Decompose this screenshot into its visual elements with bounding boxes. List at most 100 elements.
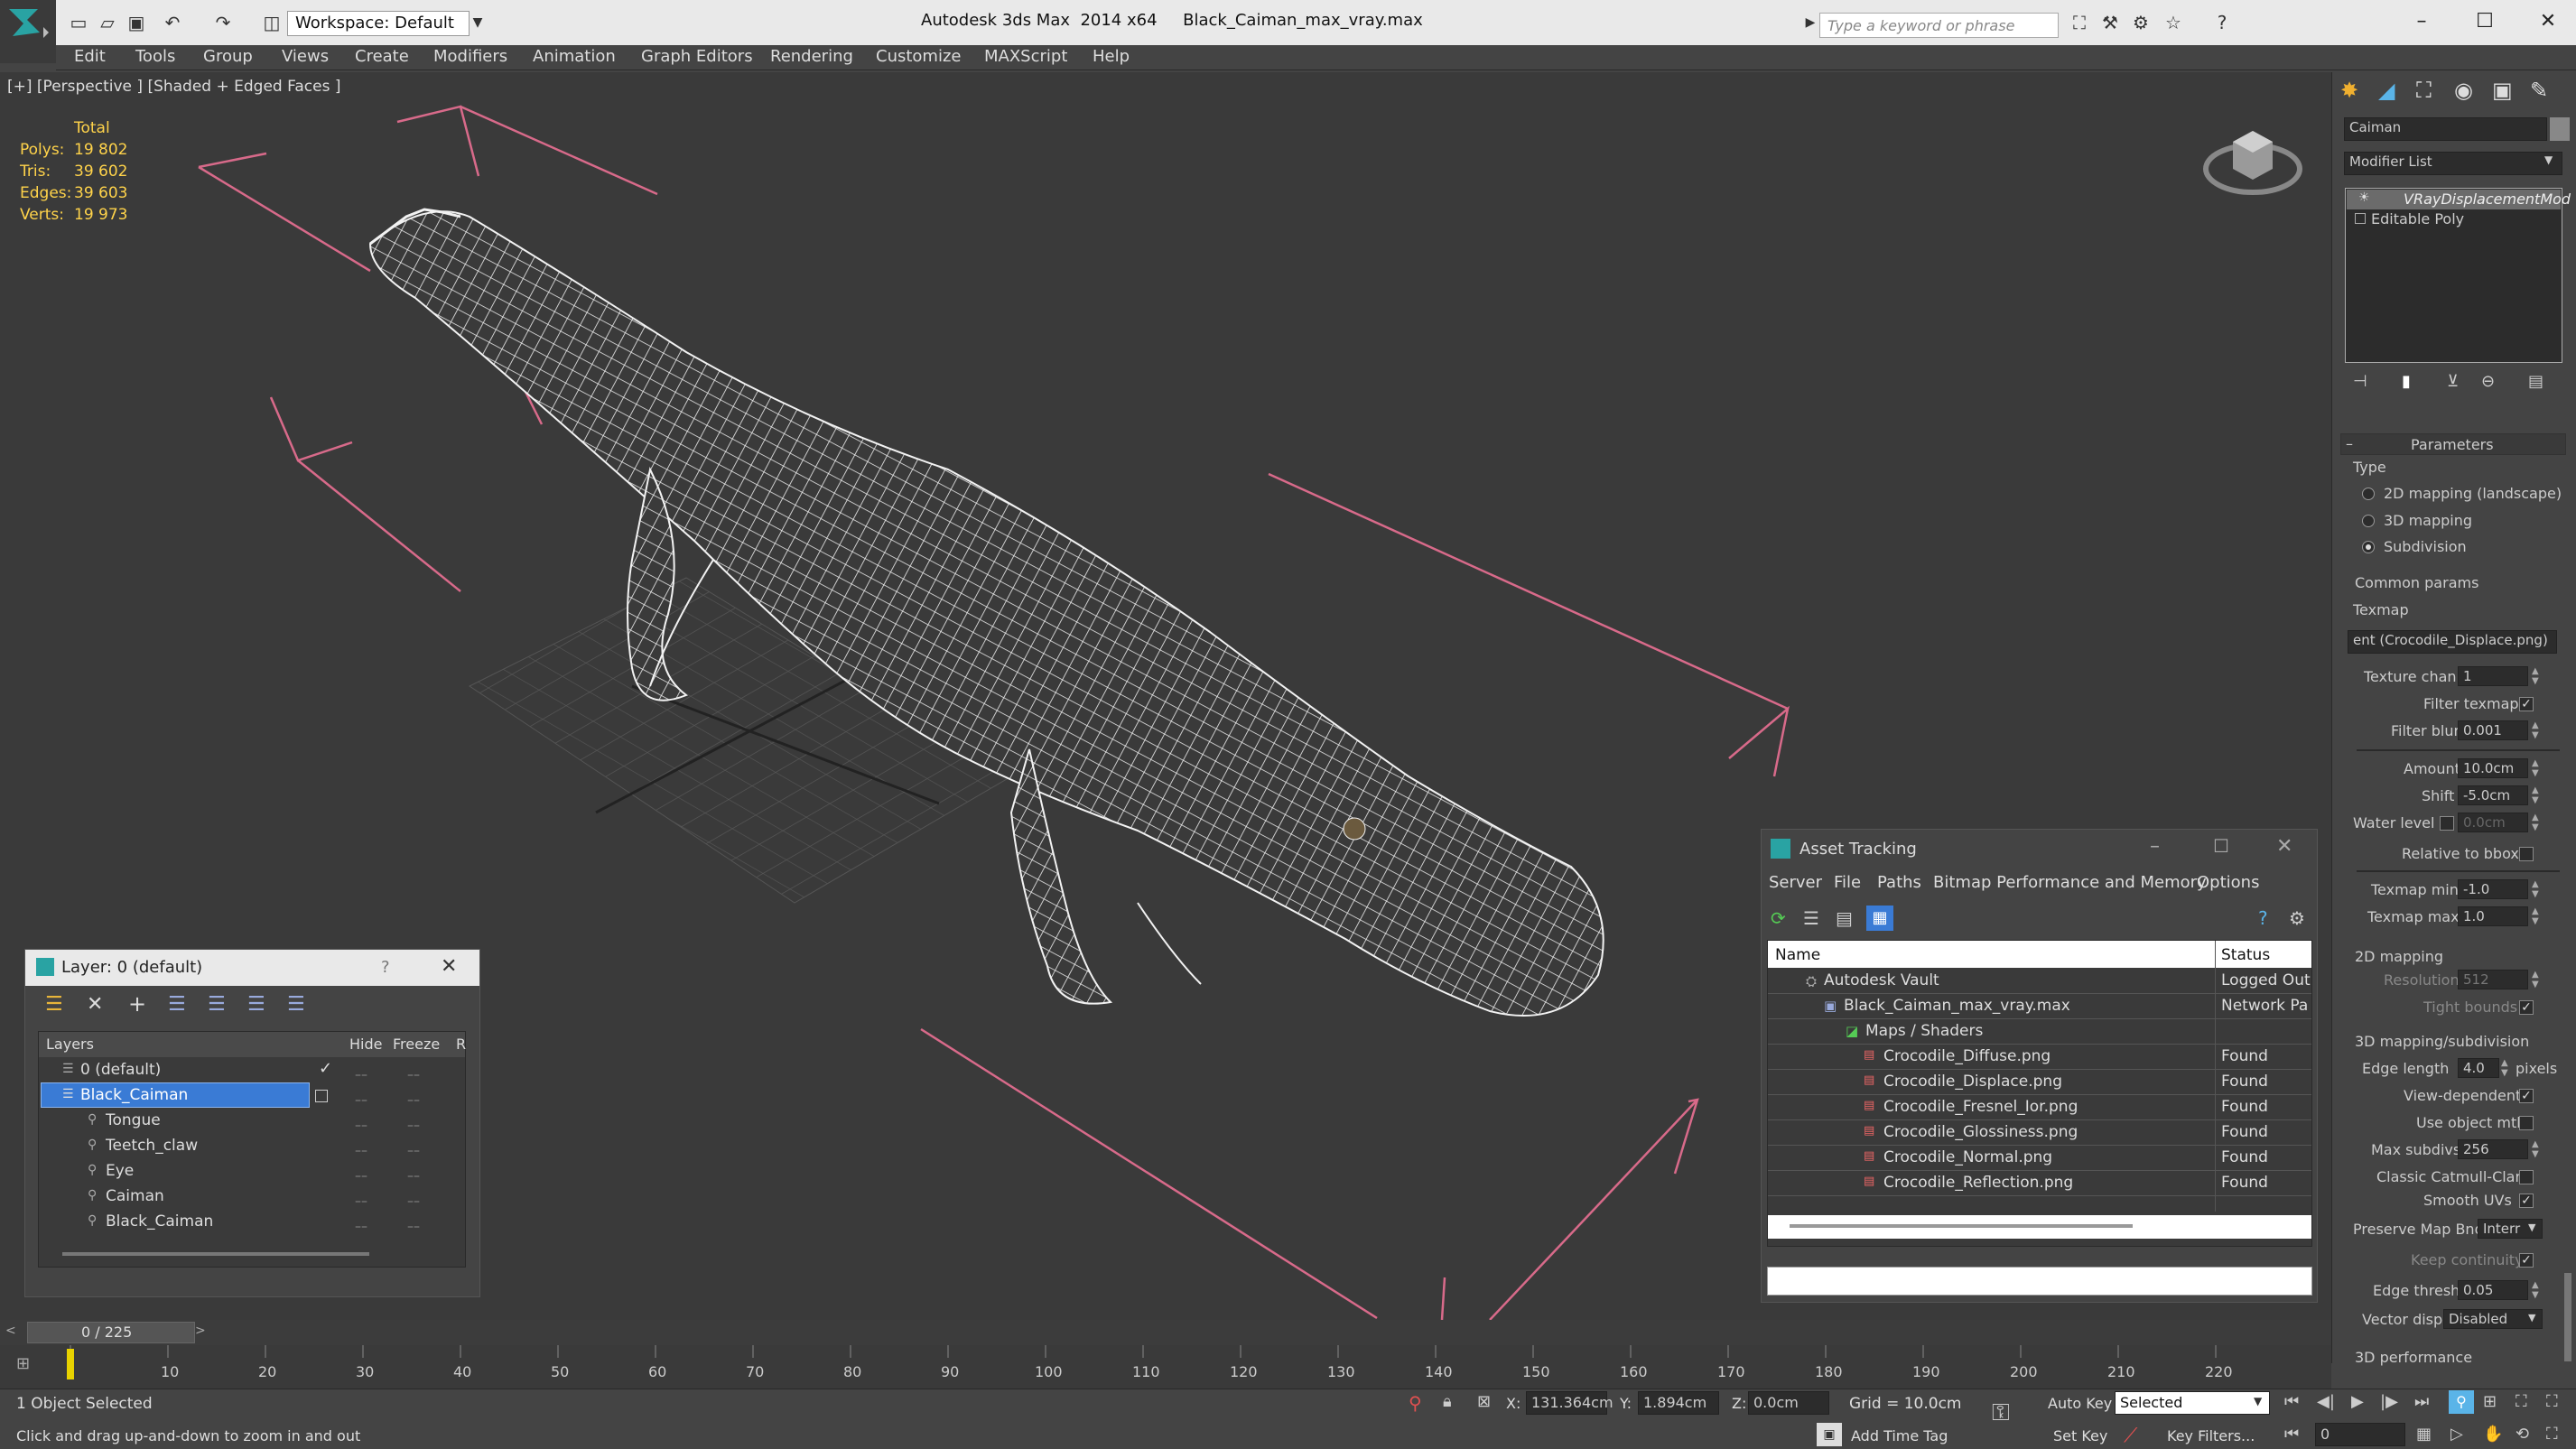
keep-continuity-checkbox[interactable]: ✓	[2519, 1253, 2534, 1268]
orbit-icon[interactable]: ⟲	[2516, 1425, 2529, 1444]
show-end-result-icon[interactable]: ▮	[2402, 372, 2411, 391]
modifier-list-arrow-icon[interactable]: ▼	[2544, 153, 2553, 166]
col-render[interactable]: R	[456, 1036, 466, 1053]
set-key-button[interactable]: Set Key	[2053, 1427, 2107, 1444]
configure-modifier-sets-icon[interactable]: ▤	[2528, 372, 2543, 391]
col-freeze[interactable]: Freeze	[393, 1036, 440, 1053]
asset-row-name[interactable]: Crocodile_Normal.png	[1883, 1148, 2052, 1166]
set-key-mode-icon[interactable]: ⚿	[1992, 1399, 2010, 1427]
amount-field[interactable]: 10.0cm	[2458, 758, 2528, 778]
water-level-spinner[interactable]: ▲ ▼	[2532, 813, 2543, 832]
minimize-button[interactable]: –	[2395, 5, 2449, 38]
x-coordinate-field[interactable]: 131.364cm	[1526, 1391, 1613, 1415]
help-icon[interactable]: ?	[2209, 9, 2236, 36]
object-caiman[interactable]: Caiman	[106, 1187, 164, 1205]
add-time-tag[interactable]: Add Time Tag	[1851, 1427, 1948, 1444]
texmap-max-spinner[interactable]: ▲ ▼	[2532, 906, 2543, 926]
asset-menu-options[interactable]: Options	[2197, 873, 2259, 892]
amount-spinner[interactable]: ▲ ▼	[2532, 758, 2543, 778]
maximize-button[interactable]: ☐	[2458, 5, 2512, 38]
command-panel-scrollbar[interactable]	[2564, 1273, 2571, 1361]
resolution-spinner[interactable]: ▲ ▼	[2532, 970, 2543, 989]
add-to-layer-icon[interactable]: +	[128, 991, 146, 1017]
asset-menu-file[interactable]: File	[1834, 873, 1861, 892]
viewcube-icon[interactable]	[2199, 113, 2307, 203]
filter-blur-spinner[interactable]: ▲ ▼	[2532, 720, 2543, 740]
help-button[interactable]: ?	[381, 958, 390, 977]
minimize-button[interactable]: –	[2150, 835, 2160, 858]
tight-bounds-checkbox[interactable]: ✓	[2519, 1000, 2534, 1015]
remove-modifier-icon[interactable]: ⊖	[2481, 372, 2495, 391]
auto-key-button[interactable]: Auto Key	[2048, 1395, 2112, 1412]
close-dialog-button[interactable]: ✕	[441, 955, 457, 978]
project-folder-icon[interactable]: ◫	[258, 9, 285, 36]
col-hide[interactable]: Hide	[349, 1036, 382, 1053]
isolate-selection-icon[interactable]: ⚲	[1409, 1392, 1422, 1414]
edge-thresh-spinner[interactable]: ▲ ▼	[2532, 1280, 2543, 1300]
texture-chan-spinner[interactable]: ▲ ▼	[2532, 666, 2543, 686]
track-bar[interactable]	[0, 1345, 2331, 1389]
classic-catmull-checkbox[interactable]	[2519, 1170, 2534, 1184]
go-to-start-icon[interactable]: ⏮	[2284, 1392, 2299, 1411]
zoom-extents-icon[interactable]: ⛶	[2516, 1392, 2527, 1411]
menu-views[interactable]: Views	[282, 47, 329, 66]
modify-tab-icon[interactable]: ◢	[2378, 78, 2395, 103]
next-frame-icon[interactable]: |▶	[2380, 1392, 2398, 1411]
dropdown-arrow-icon[interactable]: ▼	[2254, 1395, 2262, 1407]
current-frame-field[interactable]: 0	[2315, 1423, 2405, 1446]
search-input[interactable]: Type a keyword or phrase	[1819, 13, 2059, 38]
edge-thresh-field[interactable]: 0.05	[2458, 1280, 2528, 1300]
asset-row-name[interactable]: Crocodile_Reflection.png	[1883, 1174, 2073, 1192]
lightbulb-icon[interactable]: ☀	[2358, 190, 2370, 205]
close-dialog-button[interactable]: ✕	[2276, 835, 2292, 858]
z-coordinate-field[interactable]: 0.0cm	[1748, 1391, 1829, 1415]
help-icon[interactable]: ?	[2258, 907, 2268, 929]
key-selection-dropdown[interactable]: Selected	[2115, 1391, 2270, 1415]
filter-blur-field[interactable]: 0.001	[2458, 720, 2528, 740]
texmap-min-spinner[interactable]: ▲ ▼	[2532, 879, 2543, 899]
vector-displ-arrow-icon[interactable]: ▼	[2528, 1312, 2535, 1324]
menu-customize[interactable]: Customize	[876, 47, 961, 66]
type-subdivision-radio[interactable]	[2362, 541, 2375, 553]
hierarchy-tab-icon[interactable]: ⛶	[2416, 78, 2432, 103]
make-unique-icon[interactable]: ⊻	[2447, 372, 2459, 391]
modifier-list-dropdown[interactable]: Modifier List	[2344, 152, 2562, 175]
favorites-star-icon[interactable]: ☆	[2160, 9, 2187, 36]
col-status[interactable]: Status	[2221, 946, 2270, 964]
asset-row-name[interactable]: Crocodile_Glossiness.png	[1883, 1123, 2078, 1141]
expand-icon[interactable]	[2355, 213, 2366, 224]
menu-maxscript[interactable]: MAXScript	[984, 47, 1067, 66]
menu-animation[interactable]: Animation	[533, 47, 616, 66]
object-tongue[interactable]: Tongue	[106, 1111, 161, 1129]
smooth-uvs-checkbox[interactable]: ✓	[2519, 1194, 2534, 1208]
current-frame-marker[interactable]	[67, 1349, 74, 1379]
texmap-max-field[interactable]: 1.0	[2458, 906, 2528, 926]
object-color-swatch[interactable]	[2550, 117, 2570, 141]
texmap-min-field[interactable]: -1.0	[2458, 879, 2528, 899]
key-icon[interactable]: ⟋	[2124, 1425, 2137, 1447]
asset-row-name[interactable]: Crocodile_Diffuse.png	[1883, 1047, 2051, 1065]
workspace-dropdown[interactable]: Workspace: Default	[287, 11, 470, 36]
preserve-map-arrow-icon[interactable]: ▼	[2528, 1221, 2535, 1233]
hide-dashes[interactable]: –– –– –– –– –– –– ––	[355, 1063, 367, 1240]
undo-icon[interactable]: ↶	[159, 9, 186, 36]
y-coordinate-field[interactable]: 1.894cm	[1638, 1391, 1719, 1415]
settings-icon[interactable]: ⚙	[2289, 907, 2305, 929]
zoom-icon[interactable]: ⚲	[2449, 1390, 2474, 1414]
list-view-icon[interactable]: ☰	[1803, 907, 1819, 929]
edge-length-spinner[interactable]: ▲ ▼	[2501, 1058, 2512, 1078]
field-of-view-icon[interactable]: ▷	[2450, 1425, 2463, 1444]
filter-texmap-checkbox[interactable]: ✓	[2519, 697, 2534, 711]
close-button[interactable]: ✕	[2521, 5, 2575, 38]
type-2d-radio[interactable]	[2362, 488, 2375, 500]
asset-row-name[interactable]: Autodesk Vault	[1824, 971, 1939, 989]
col-layers[interactable]: Layers	[46, 1036, 94, 1053]
menu-rendering[interactable]: Rendering	[770, 47, 853, 66]
maximize-viewport-icon[interactable]: ⛶	[2546, 1425, 2558, 1444]
go-to-end-icon[interactable]: ⏭	[2414, 1392, 2429, 1411]
col-name[interactable]: Name	[1775, 946, 1820, 964]
binoculars-icon[interactable]: ⛶	[2066, 9, 2093, 36]
object-black-caiman[interactable]: Black_Caiman	[106, 1212, 213, 1231]
menu-group[interactable]: Group	[203, 47, 253, 66]
menu-modifiers[interactable]: Modifiers	[433, 47, 507, 66]
